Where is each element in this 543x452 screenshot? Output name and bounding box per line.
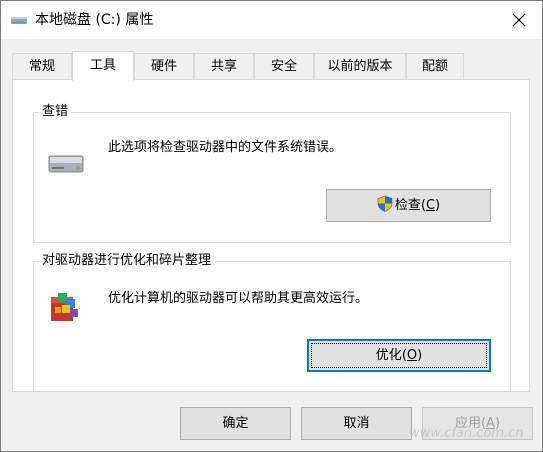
apply-button-accelerator: A xyxy=(486,416,495,431)
tab-label: 共享 xyxy=(210,59,237,74)
check-button-label: 检查 xyxy=(394,198,421,213)
group-title-optimize: 对驱动器进行优化和碎片整理 xyxy=(39,252,215,270)
apply-button[interactable]: 应用(A) xyxy=(422,407,533,440)
tab-label: 工具 xyxy=(89,58,116,73)
ok-button[interactable]: 确定 xyxy=(180,407,291,440)
apply-button-label: 应用 xyxy=(454,416,481,431)
drive-icon xyxy=(11,17,27,24)
window-title: 本地磁盘 (C:) 属性 xyxy=(35,12,154,28)
tab-general[interactable]: 常规 xyxy=(12,53,72,79)
close-button[interactable] xyxy=(496,1,542,39)
tab-label: 硬件 xyxy=(150,59,177,74)
group-title-error-check: 查错 xyxy=(39,103,72,121)
error-check-group: 查错 此选项将检查驱动器中的文件系统错误。 检查(C) xyxy=(33,103,511,243)
tab-tools[interactable]: 工具 xyxy=(72,51,134,81)
cancel-button-label: 取消 xyxy=(343,416,370,431)
optimize-group: 对驱动器进行优化和碎片整理 优化计算机的驱动器可以帮助其更高效运行。 优化(O) xyxy=(33,252,511,391)
defrag-icon xyxy=(51,293,78,321)
optimize-button[interactable]: 优化(O) xyxy=(307,339,491,372)
check-button[interactable]: 检查(C) xyxy=(326,189,491,222)
tab-label: 配额 xyxy=(421,59,448,74)
tab-label: 以前的版本 xyxy=(327,59,393,74)
hard-drive-icon xyxy=(48,155,84,173)
tab-quota[interactable]: 配额 xyxy=(406,53,464,79)
tab-label: 安全 xyxy=(270,59,297,74)
tab-sharing[interactable]: 共享 xyxy=(194,53,254,79)
tools-panel: 查错 此选项将检查驱动器中的文件系统错误。 检查(C) 对驱动器进行优化和碎片整… xyxy=(12,79,530,392)
title-bar[interactable]: 本地磁盘 (C:) 属性 xyxy=(1,1,542,39)
tab-label: 常规 xyxy=(28,59,55,74)
tab-security[interactable]: 安全 xyxy=(254,53,314,79)
optimize-button-label: 优化 xyxy=(375,348,402,363)
properties-dialog: 本地磁盘 (C:) 属性 常规 工具 硬件 共享 安全 以前的版本 配额 查错 … xyxy=(0,0,543,452)
tab-hardware[interactable]: 硬件 xyxy=(134,53,194,79)
check-button-accelerator: C xyxy=(425,198,436,213)
tab-previous-versions[interactable]: 以前的版本 xyxy=(314,53,406,79)
error-check-description: 此选项将检查驱动器中的文件系统错误。 xyxy=(108,140,343,155)
optimize-description: 优化计算机的驱动器可以帮助其更高效运行。 xyxy=(108,291,369,306)
ok-button-label: 确定 xyxy=(222,416,249,431)
close-icon xyxy=(512,13,526,27)
cancel-button[interactable]: 取消 xyxy=(301,407,412,440)
uac-shield-icon xyxy=(377,195,393,212)
